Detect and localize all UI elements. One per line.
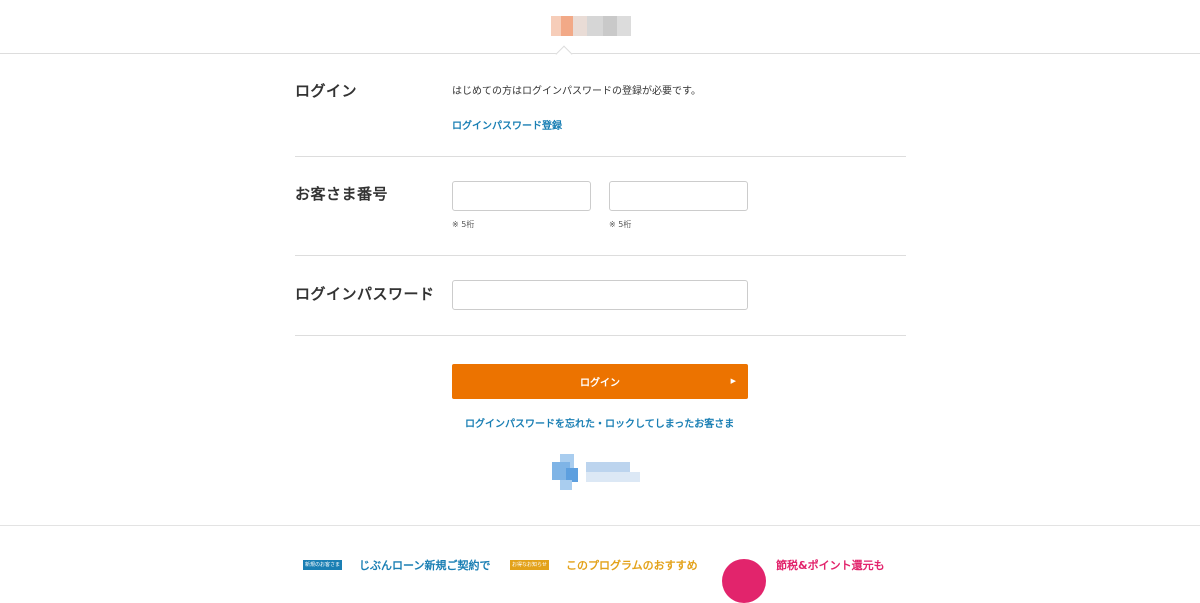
arrow-right-icon: ▶ xyxy=(730,377,736,385)
first-time-notice: はじめての方はログインパスワードの登録が必要です。 xyxy=(452,86,701,97)
banner-text: 節税&ポイント還元も xyxy=(776,559,885,571)
security-badge-icon xyxy=(552,454,648,490)
footer-divider xyxy=(0,525,1200,526)
login-button[interactable]: ログイン ▶ xyxy=(452,364,748,399)
customer-number-hint-2: ※ 5桁 xyxy=(609,220,632,229)
bank-logo[interactable] xyxy=(551,16,631,36)
customer-number-field-1[interactable] xyxy=(452,181,591,211)
header-notch xyxy=(555,45,573,63)
header xyxy=(0,0,1200,63)
customer-number-label: お客さま番号 xyxy=(295,185,389,203)
banner-tax[interactable]: 節税&ポイント還元も xyxy=(776,559,916,571)
password-label: ログインパスワード xyxy=(295,285,435,303)
banner-circle-icon xyxy=(722,559,766,603)
password-field[interactable] xyxy=(452,280,748,310)
forgot-password-link[interactable]: ログインパスワードを忘れた・ロックしてしまったお客さま xyxy=(465,415,734,430)
customer-number-hint-1: ※ 5桁 xyxy=(452,220,475,229)
divider xyxy=(295,156,906,157)
banner-program[interactable]: お得なお知らせ このプログラムのおすすめ xyxy=(510,559,700,571)
customer-number-field-2[interactable] xyxy=(609,181,748,211)
banner-text: じぶんローン新規ご契約で xyxy=(359,559,491,571)
divider xyxy=(295,255,906,256)
password-register-link[interactable]: ログインパスワード登録 xyxy=(452,117,562,132)
banner-loan[interactable]: 新規のお客さま じぶんローン新規ご契約で xyxy=(303,559,493,571)
login-button-label: ログイン xyxy=(580,378,620,389)
login-section-title: ログイン xyxy=(295,82,358,100)
divider xyxy=(295,335,906,336)
banner-text: このプログラムのおすすめ xyxy=(566,559,698,571)
